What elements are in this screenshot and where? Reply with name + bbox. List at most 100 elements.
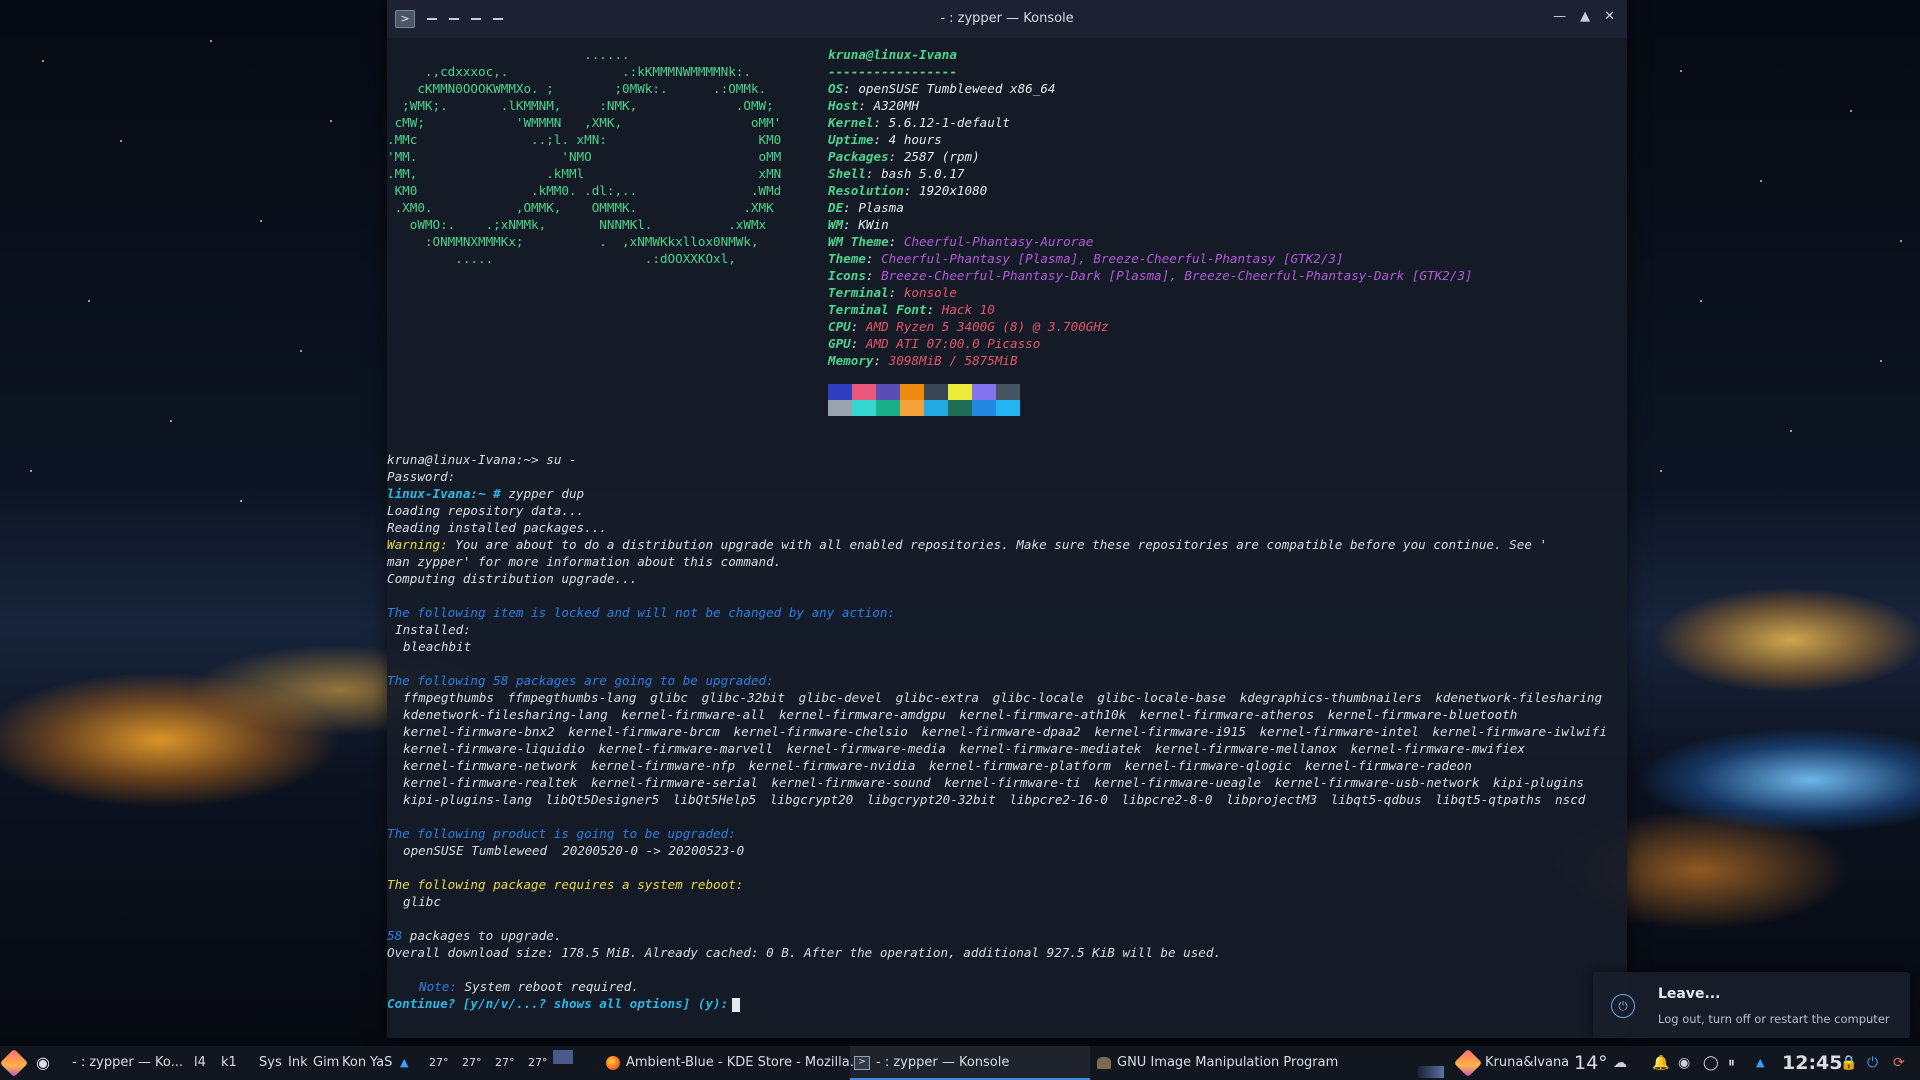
expand-up-icon[interactable]: ▲: [400, 1046, 408, 1080]
continue-line[interactable]: Continue? [y/n/v/...? shows all options]…: [387, 995, 1617, 1012]
weather-temp[interactable]: 14°: [1574, 1046, 1608, 1080]
count-text: packages to upgrade.: [402, 928, 562, 943]
window-titlebar[interactable]: > - : zypper — Konsole — ▲ ✕: [387, 0, 1627, 38]
neofetch-colon: :: [858, 98, 874, 113]
cpu-graph: [1418, 1066, 1444, 1078]
package-name: kdenetwork-filesharing-lang: [403, 707, 608, 722]
application-launcher-icon[interactable]: [0, 1048, 29, 1078]
neofetch-key: Terminal Font: [828, 302, 927, 317]
color-swatch: [876, 400, 900, 416]
neofetch-key: Resolution: [828, 183, 904, 198]
neofetch-row: Icons: Breeze-Cheerful-Phantasy-Dark [Pl…: [828, 267, 1473, 284]
leave-notification[interactable]: ⏻ Leave... Log out, turn off or restart …: [1593, 972, 1910, 1038]
package-name: libgcrypt20: [769, 792, 854, 807]
line-loading: Loading repository data...: [387, 503, 585, 518]
maximize-icon[interactable]: ▲: [1580, 9, 1590, 24]
package-name: libgcrypt20-32bit: [866, 792, 996, 807]
restart-icon[interactable]: ⟳: [1893, 1046, 1905, 1080]
package-name: kernel-firmware-chelsio: [733, 724, 908, 739]
neofetch-colon: :: [888, 234, 904, 249]
color-swatch: [876, 384, 900, 400]
color-swatch: [852, 400, 876, 416]
package-name: kernel-firmware-amdgpu: [778, 707, 946, 722]
terminal-area[interactable]: ...... .,cdxxxoc,. .:kKMMMNWMMMMNk:. cKM…: [387, 38, 1627, 1038]
activity-l4[interactable]: l4: [194, 1046, 206, 1080]
quick-launch-yas[interactable]: YaS: [370, 1046, 392, 1080]
reboot-header: The following package requires a system …: [387, 877, 744, 892]
task-konsole[interactable]: > - : zypper — Konsole: [850, 1046, 1090, 1080]
color-swatch: [996, 384, 1020, 400]
neofetch-row: Host: A320MH: [828, 97, 1473, 114]
pager-desktop[interactable]: [553, 1050, 573, 1064]
quick-launch-gim[interactable]: Gim: [313, 1046, 339, 1080]
color-swatch: [996, 400, 1020, 416]
eye-icon[interactable]: ◉: [36, 1046, 50, 1080]
color-swatch: [828, 384, 852, 400]
package-name: kdenetwork-filesharing: [1435, 690, 1603, 705]
neofetch-row: Shell: bash 5.0.17: [828, 165, 1473, 182]
task-firefox[interactable]: Ambient-Blue - KDE Store - Mozilla...: [606, 1046, 862, 1080]
neofetch-key: GPU: [828, 336, 851, 351]
neofetch-colon: :: [888, 285, 904, 300]
text-cursor[interactable]: [732, 997, 741, 1012]
window-controls: — ▲ ✕: [1553, 9, 1615, 24]
upgrade-header: The following 58 packages are going to b…: [387, 673, 774, 688]
package-name: kernel-firmware-ath10k: [959, 707, 1127, 722]
package-name: kernel-firmware-liquidio: [403, 741, 585, 756]
package-name: kernel-firmware-mediatek: [959, 741, 1142, 756]
temp-3: 27°: [495, 1056, 515, 1069]
neofetch-key: Shell: [828, 166, 866, 181]
neofetch-row: Terminal: konsole: [828, 284, 1473, 301]
tray-expand-icon[interactable]: ▲: [1756, 1046, 1764, 1080]
package-name: kernel-firmware-ti: [944, 775, 1081, 790]
bell-icon[interactable]: 🔔: [1652, 1046, 1669, 1080]
activity-k1[interactable]: k1: [221, 1046, 237, 1080]
pause-icon[interactable]: ⏸: [1728, 1046, 1735, 1080]
temp-1: 27°: [429, 1056, 449, 1069]
network-icon[interactable]: ◉: [1678, 1046, 1690, 1080]
quick-launch-kon[interactable]: Kon: [342, 1046, 366, 1080]
package-list: ffmpegthumbs ffmpegthumbs-lang glibc gli…: [387, 689, 1617, 808]
product-header: The following product is going to be upg…: [387, 826, 736, 841]
clock[interactable]: 12:45: [1782, 1046, 1842, 1080]
quick-launch-ink[interactable]: Ink: [288, 1046, 308, 1080]
current-task-label[interactable]: - : zypper — Ko...: [72, 1046, 183, 1080]
package-name: kernel-firmware-i915: [1094, 724, 1246, 739]
neofetch-colon: :: [865, 251, 882, 266]
window-title: - : zypper — Konsole: [940, 11, 1074, 26]
weather-icon[interactable]: ☁: [1613, 1046, 1627, 1080]
konsole-window: > - : zypper — Konsole — ▲ ✕ ...... .,cd…: [387, 0, 1627, 1038]
minimize-icon[interactable]: —: [1553, 9, 1566, 24]
neofetch-colon: :: [850, 319, 866, 334]
package-name: kernel-firmware-all: [621, 707, 766, 722]
neofetch-colon: :: [926, 302, 942, 317]
package-name: libpcre2-8-0: [1121, 792, 1213, 807]
neofetch-colon: :: [843, 81, 859, 96]
neofetch-key: Memory: [828, 353, 874, 368]
package-name: nscd: [1555, 792, 1586, 807]
neofetch-separator: -----------------: [828, 64, 957, 79]
package-name: libpcre2-16-0: [1009, 792, 1108, 807]
continue-prompt: Continue? [y/n/v/...? shows all options]…: [387, 996, 729, 1011]
neofetch-value: Cheerful-Phantasy [Plasma], Breeze-Cheer…: [881, 251, 1344, 266]
lock-icon[interactable]: 🔒: [1840, 1046, 1857, 1080]
color-swatch: [828, 400, 852, 416]
neofetch-value: Hack 10: [941, 302, 995, 317]
neofetch-key: Uptime: [828, 132, 874, 147]
close-icon[interactable]: ✕: [1604, 9, 1615, 24]
package-name: kernel-firmware-brcm: [568, 724, 720, 739]
neofetch-key: CPU: [828, 319, 851, 334]
user-name[interactable]: Kruna&Ivana: [1485, 1046, 1569, 1080]
neofetch-colon: :: [865, 166, 882, 181]
power-tray-icon[interactable]: ⏻: [1867, 1046, 1878, 1080]
quick-launch-sys[interactable]: Sys: [259, 1046, 282, 1080]
user-avatar-icon[interactable]: [1453, 1048, 1483, 1078]
task-gimp[interactable]: GNU Image Manipulation Program: [1097, 1046, 1338, 1080]
neofetch-row: Terminal Font: Hack 10: [828, 301, 1473, 318]
volume-icon[interactable]: ◯: [1703, 1046, 1719, 1080]
package-name: kipi-plugins: [1493, 775, 1585, 790]
note-line: Note: System reboot required.: [387, 978, 1617, 995]
